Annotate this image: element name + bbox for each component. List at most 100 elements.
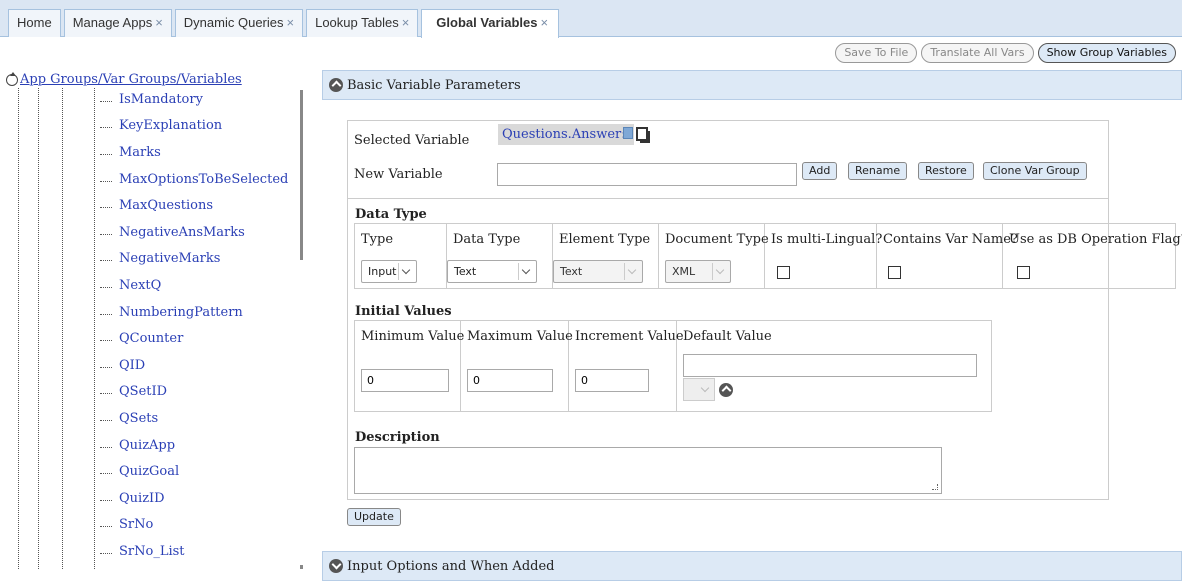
expand-down-icon[interactable] bbox=[329, 559, 343, 573]
tab-home[interactable]: Home bbox=[8, 9, 61, 37]
tree-connector bbox=[100, 286, 112, 288]
tab-bar: Home Manage Apps × Dynamic Queries × Lookup T… bbox=[0, 0, 1182, 38]
max-col: Maximum Value bbox=[461, 321, 573, 411]
save-to-file-button[interactable]: Save To File bbox=[835, 43, 918, 63]
data-type-col: Data Type Text bbox=[447, 224, 553, 288]
tree-item-quizgoal[interactable]: QuizGoal bbox=[100, 458, 288, 485]
document-type-select-value: XML bbox=[672, 265, 696, 278]
tree-item-keyexplanation[interactable]: KeyExplanation bbox=[100, 113, 288, 140]
data-type-select-value: Text bbox=[454, 265, 477, 278]
tree-item-label: NumberingPattern bbox=[119, 304, 243, 320]
db-flag-header: Use as DB Operation Flag? bbox=[1009, 232, 1182, 247]
tree-item-label: QSetID bbox=[119, 384, 168, 400]
clone-var-group-button[interactable]: Clone Var Group bbox=[983, 162, 1087, 180]
tree-item-label: QID bbox=[119, 357, 146, 373]
tree-connector bbox=[100, 419, 112, 421]
chevron-down-icon bbox=[518, 263, 534, 280]
tab-manage-apps[interactable]: Manage Apps × bbox=[63, 9, 172, 37]
tree-item-srno_list[interactable]: SrNo_List bbox=[100, 538, 288, 565]
tree-connector bbox=[100, 393, 112, 395]
copy-icon[interactable] bbox=[636, 127, 648, 141]
tree-item-qcounter[interactable]: QCounter bbox=[100, 325, 288, 352]
rename-button[interactable]: Rename bbox=[848, 162, 908, 180]
inc-col: Increment Value bbox=[569, 321, 684, 411]
tree-item-maxoptionstobeselected[interactable]: MaxOptionsToBeSelected bbox=[100, 166, 288, 193]
tree-item-maxquestions[interactable]: MaxQuestions bbox=[100, 192, 288, 219]
tree-item-label: SrNo_List bbox=[119, 543, 185, 559]
default-value-input[interactable] bbox=[683, 354, 977, 377]
tree-scrollbar[interactable] bbox=[300, 90, 303, 260]
translate-all-vars-button[interactable]: Translate All Vars bbox=[921, 43, 1034, 63]
description-textarea[interactable] bbox=[354, 447, 942, 494]
default-header: Default Value bbox=[683, 329, 772, 344]
tree-item-ismandatory[interactable]: IsMandatory bbox=[100, 86, 288, 113]
tab-label: Home bbox=[17, 15, 52, 30]
tree-connector bbox=[100, 153, 112, 155]
tree-item-label: QSets bbox=[119, 410, 159, 426]
tab-lookup-tables[interactable]: Lookup Tables × bbox=[306, 9, 419, 37]
tree-item-quizid[interactable]: QuizID bbox=[100, 485, 288, 512]
close-icon[interactable]: × bbox=[287, 15, 295, 30]
new-variable-input[interactable] bbox=[497, 163, 797, 186]
show-group-variables-button[interactable]: Show Group Variables bbox=[1037, 43, 1176, 63]
tree-item-label: NegativeMarks bbox=[119, 251, 221, 267]
close-icon[interactable]: × bbox=[540, 15, 548, 30]
expand-up-icon[interactable] bbox=[719, 383, 733, 397]
tree-connector bbox=[100, 313, 112, 315]
refresh-icon[interactable] bbox=[6, 71, 18, 86]
tree-item-label: MaxQuestions bbox=[119, 198, 214, 214]
basic-params-header[interactable]: Basic Variable Parameters bbox=[322, 70, 1182, 100]
tree-item-marks[interactable]: Marks bbox=[100, 139, 288, 166]
db-flag-col: Use as DB Operation Flag? bbox=[1003, 224, 1182, 288]
tree-item-quizapp[interactable]: QuizApp bbox=[100, 432, 288, 459]
min-value-input[interactable] bbox=[361, 369, 449, 392]
tree-item-label: IsMandatory bbox=[119, 91, 203, 107]
contains-var-checkbox[interactable] bbox=[888, 266, 901, 279]
tree-connector bbox=[100, 473, 112, 475]
tree-scrollbar-end[interactable] bbox=[300, 565, 303, 569]
multilingual-checkbox[interactable] bbox=[777, 266, 790, 279]
type-select[interactable]: Input bbox=[361, 260, 417, 283]
tab-dynamic-queries[interactable]: Dynamic Queries × bbox=[174, 9, 304, 37]
tree-item-label: Marks bbox=[119, 144, 161, 160]
inc-value-input[interactable] bbox=[575, 369, 649, 392]
close-icon[interactable]: × bbox=[402, 15, 410, 30]
data-type-title: Data Type bbox=[355, 207, 427, 222]
tree-guide-line bbox=[38, 88, 39, 569]
tree-item-qid[interactable]: QID bbox=[100, 352, 288, 379]
data-type-select[interactable]: Text bbox=[447, 260, 537, 283]
input-options-header[interactable]: Input Options and When Added bbox=[322, 551, 1182, 581]
tree-item-srno[interactable]: SrNo bbox=[100, 512, 288, 539]
tree-item-qsetid[interactable]: QSetID bbox=[100, 379, 288, 406]
basic-params-title: Basic Variable Parameters bbox=[347, 77, 521, 93]
tree-item-label: QuizApp bbox=[119, 437, 176, 453]
document-type-col: Document Type XML bbox=[659, 224, 769, 288]
chevron-down-icon bbox=[624, 263, 640, 280]
tree-connector bbox=[100, 233, 112, 235]
tree-item-qsets[interactable]: QSets bbox=[100, 405, 288, 432]
add-button[interactable]: Add bbox=[802, 162, 838, 180]
tree-item-nextq[interactable]: NextQ bbox=[100, 272, 288, 299]
edit-icon[interactable] bbox=[623, 127, 633, 139]
tree-item-negativeansmarks[interactable]: NegativeAnsMarks bbox=[100, 219, 288, 246]
tree-item-negativemarks[interactable]: NegativeMarks bbox=[100, 246, 288, 273]
type-header: Type bbox=[361, 232, 394, 247]
type-select-value: Input bbox=[368, 265, 397, 278]
tree-connector bbox=[100, 526, 112, 528]
multilingual-col: Is multi-Lingual? bbox=[765, 224, 882, 288]
tree-root-link[interactable]: App Groups/Var Groups/Variables bbox=[20, 72, 242, 87]
multilingual-header: Is multi-Lingual? bbox=[771, 232, 883, 247]
max-value-input[interactable] bbox=[467, 369, 553, 392]
tree-item-numberingpattern[interactable]: NumberingPattern bbox=[100, 299, 288, 326]
tree-list: IsMandatory KeyExplanation Marks MaxOptions… bbox=[100, 86, 288, 569]
min-header: Minimum Value bbox=[361, 329, 465, 344]
tab-global-variables[interactable]: Global Variables × bbox=[421, 9, 560, 38]
tree-item-label: SrNo bbox=[119, 517, 154, 533]
restore-button[interactable]: Restore bbox=[918, 162, 974, 180]
collapse-up-icon[interactable] bbox=[329, 78, 343, 92]
db-flag-checkbox[interactable] bbox=[1017, 266, 1030, 279]
close-icon[interactable]: × bbox=[155, 15, 163, 30]
tree-root[interactable]: App Groups/Var Groups/Variables bbox=[6, 71, 242, 87]
tree-item-wronganswers[interactable]: WrongAnswers bbox=[100, 565, 288, 569]
update-button[interactable]: Update bbox=[347, 508, 401, 526]
